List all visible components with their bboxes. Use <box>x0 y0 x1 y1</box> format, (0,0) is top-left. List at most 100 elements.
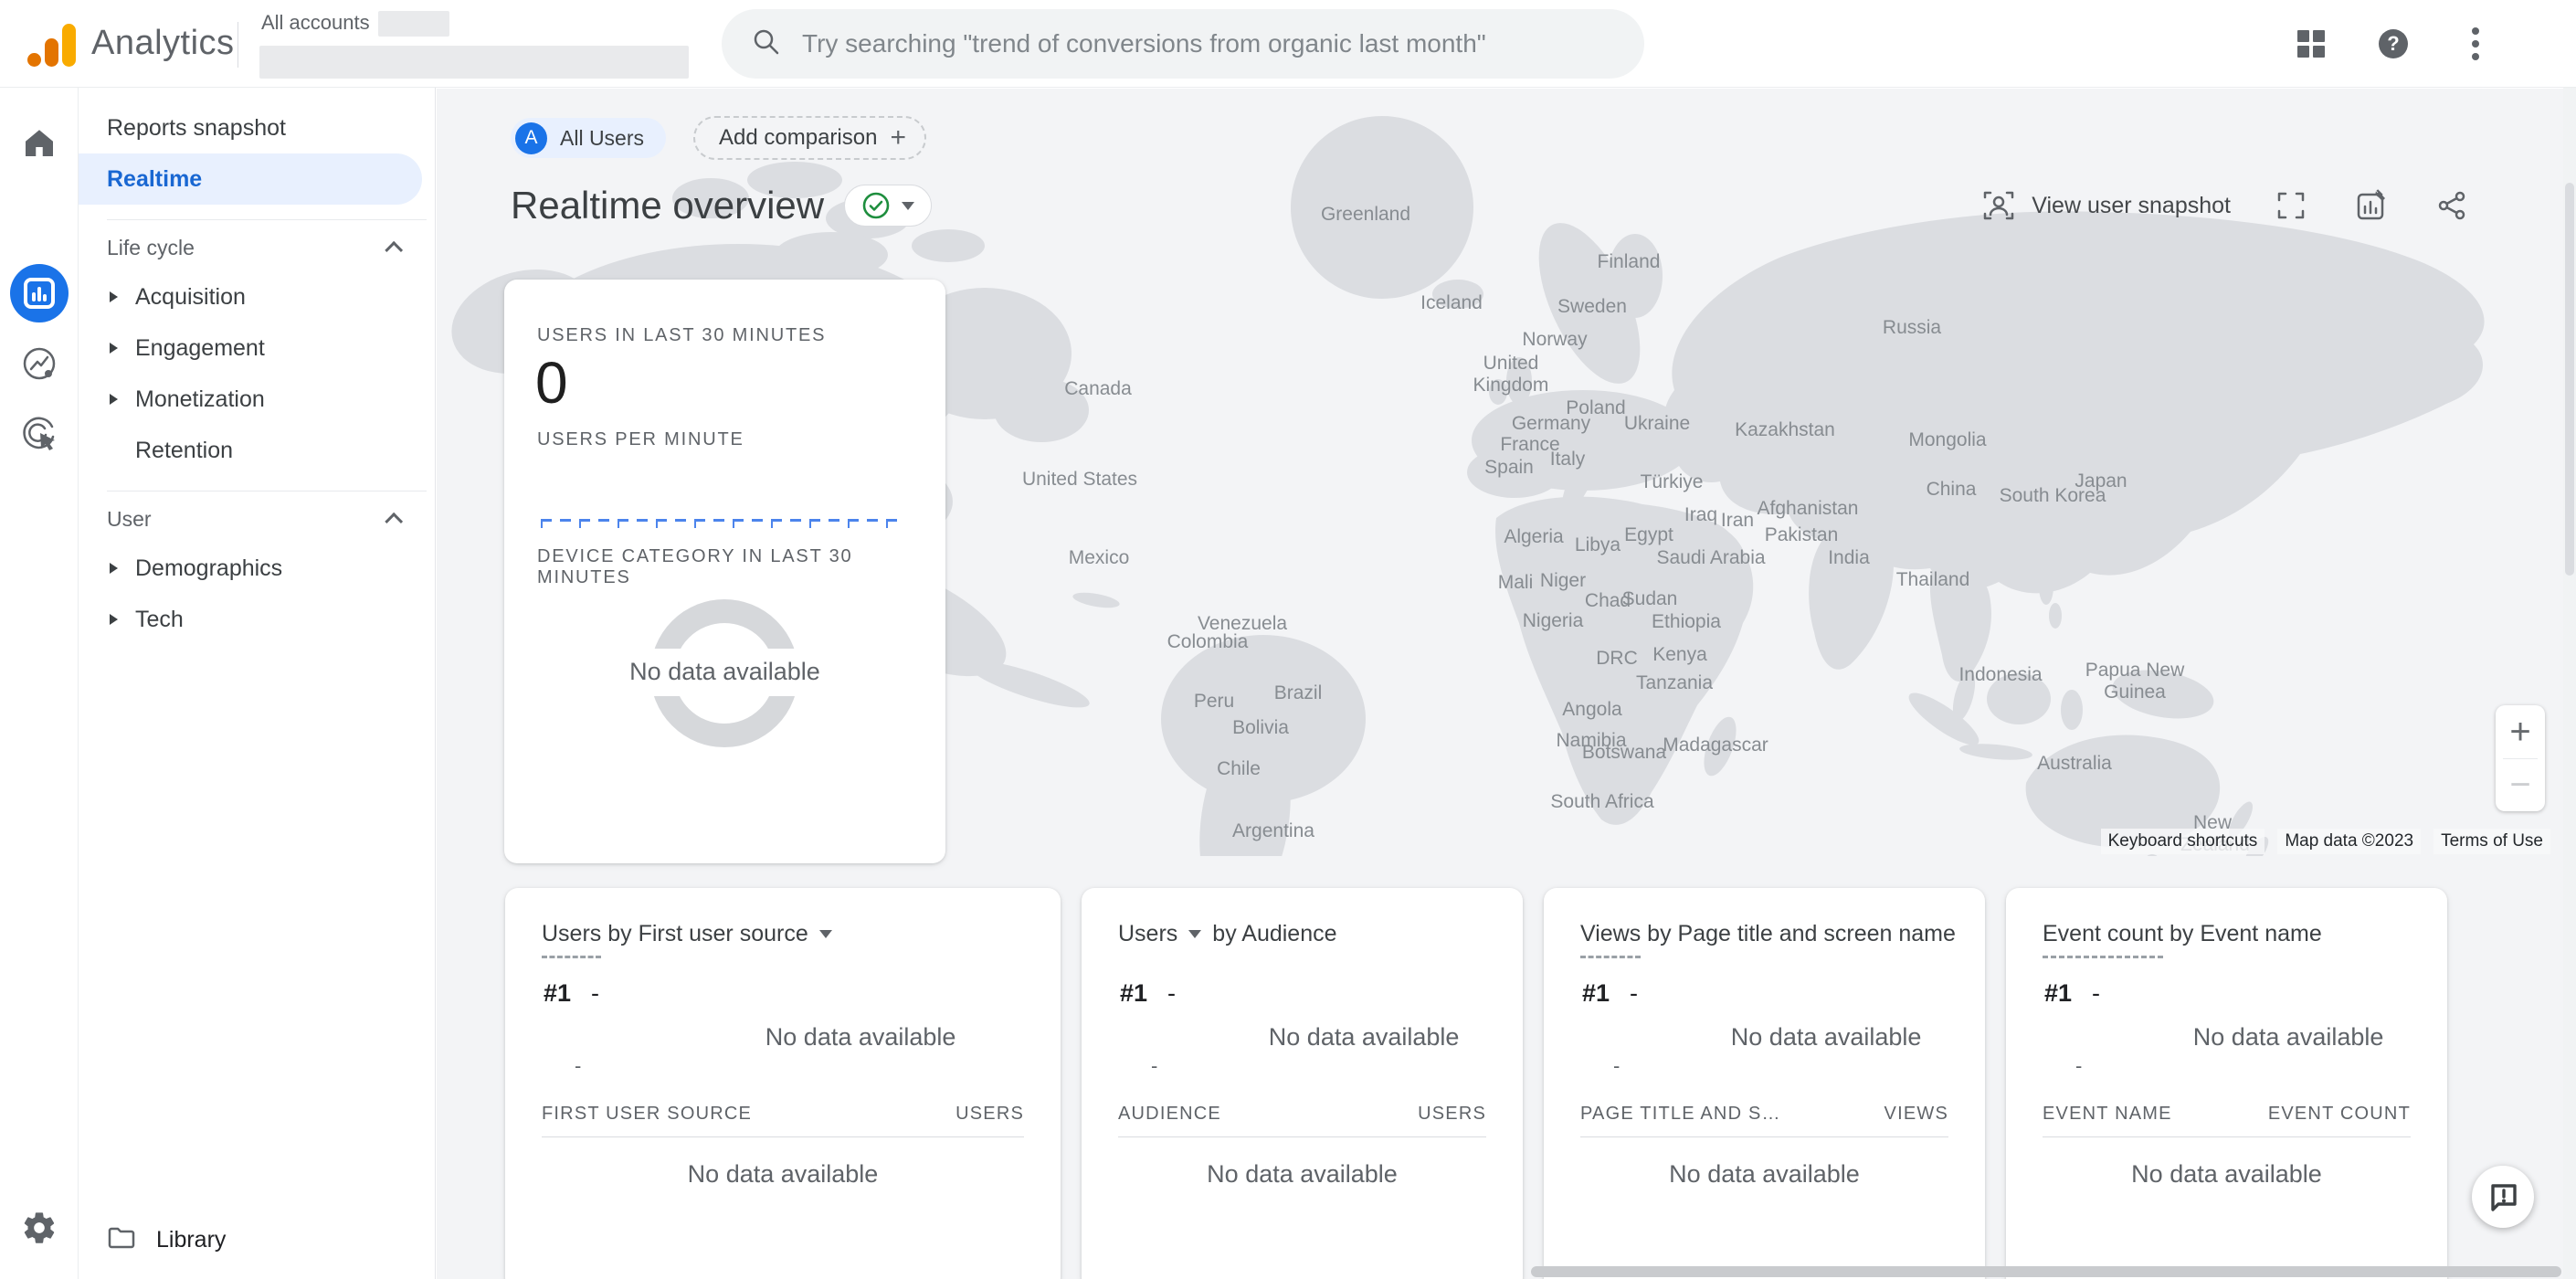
sidebar-item-reports-snapshot[interactable]: Reports snapshot <box>79 102 436 153</box>
map-label: Sweden <box>1557 296 1627 318</box>
column-header-right: VIEWS <box>1884 1104 1948 1125</box>
map-label: Afghanistan <box>1758 498 1859 520</box>
sidebar-item-monetization[interactable]: Monetization <box>79 374 436 425</box>
column-header-left: PAGE TITLE AND S… <box>1580 1104 1781 1125</box>
map-label: Algeria <box>1504 526 1563 548</box>
product-name: Analytics <box>91 24 235 63</box>
comparison-avatar: A <box>515 122 547 154</box>
breadcrumb[interactable]: All accounts <box>261 11 394 35</box>
map-label: Angola <box>1562 699 1621 721</box>
reports-icon[interactable] <box>10 264 69 322</box>
map-label: DRC <box>1596 648 1638 670</box>
plus-icon <box>890 124 906 152</box>
collapse-section-icon <box>385 513 403 531</box>
users-30min-label: USERS IN LAST 30 MINUTES <box>537 325 826 346</box>
card-views-by-page-title: Views by Page title and screen name View… <box>1544 888 1985 1279</box>
add-comparison-button[interactable]: Add comparison <box>693 116 926 160</box>
explore-icon[interactable] <box>0 344 79 383</box>
map-label: Mali <box>1498 572 1534 594</box>
sidebar-item-tech[interactable]: Tech <box>79 594 436 645</box>
dimension-dropdown-icon[interactable] <box>819 930 832 938</box>
map-label: Sudan <box>1622 588 1678 610</box>
map-label: Mexico <box>1069 547 1130 569</box>
map-label: Botswana <box>1582 742 1666 764</box>
feedback-button[interactable] <box>2472 1166 2534 1228</box>
breadcrumb-label: All accounts <box>261 11 370 35</box>
vertical-scrollbar[interactable] <box>2563 88 2576 1279</box>
kebab-menu-icon[interactable] <box>2455 24 2496 64</box>
search-icon <box>751 26 782 62</box>
map-label: Spain <box>1484 457 1534 479</box>
property-name-redacted <box>259 46 689 79</box>
nav-rail <box>0 88 79 1279</box>
feedback-bubble-icon <box>2486 1179 2520 1214</box>
column-header-left: AUDIENCE <box>1118 1104 1221 1125</box>
sidebar-item-acquisition[interactable]: Acquisition <box>79 271 436 322</box>
fullscreen-icon[interactable] <box>2271 185 2311 226</box>
sidebar-item-retention[interactable]: Retention <box>79 425 436 476</box>
map-label: India <box>1828 547 1870 569</box>
advertising-icon[interactable] <box>0 413 79 451</box>
map-label: Saudi Arabia <box>1656 547 1765 569</box>
map-zoom-out-button[interactable]: − <box>2496 758 2545 811</box>
map-label: Iraq <box>1684 504 1717 526</box>
customize-report-icon[interactable] <box>2351 185 2391 226</box>
vertical-scrollbar-thumb[interactable] <box>2565 183 2574 576</box>
sidebar-item-demographics[interactable]: Demographics <box>79 543 436 594</box>
map-label: Türkiye <box>1641 471 1704 493</box>
metric-dropdown-icon[interactable] <box>1188 930 1201 938</box>
map-label: Pakistan <box>1765 524 1839 546</box>
home-icon[interactable] <box>0 124 79 161</box>
sidebar-section-life-cycle[interactable]: Life cycle <box>79 224 436 271</box>
app-bar: Analytics All accounts Try searching "tr… <box>0 0 2576 88</box>
expand-arrow-icon <box>110 394 118 405</box>
users-per-minute-ticks <box>541 522 899 528</box>
keyboard-shortcuts-link[interactable]: Keyboard shortcuts <box>2101 829 2265 854</box>
map-label: Germany <box>1512 413 1590 435</box>
all-users-chip[interactable]: A All Users <box>511 118 666 158</box>
card-users-by-first-user-source: Users by First user source Users #1- - N… <box>505 888 1061 1279</box>
map-label: Kenya <box>1652 644 1707 666</box>
realtime-users-card: USERS IN LAST 30 MINUTES 0 USERS PER MIN… <box>504 280 945 863</box>
map-label: Colombia <box>1167 631 1249 653</box>
map-label: Libya <box>1575 534 1621 556</box>
admin-gear-icon[interactable] <box>0 1210 79 1246</box>
collapse-section-icon <box>385 241 403 259</box>
user-snapshot-icon <box>1982 189 2015 222</box>
map-label: Argentina <box>1232 820 1314 842</box>
sidebar-section-user[interactable]: User <box>79 495 436 543</box>
sidebar-item-engagement[interactable]: Engagement <box>79 322 436 374</box>
expand-arrow-icon <box>110 343 118 354</box>
check-circle-icon <box>861 191 891 220</box>
terms-of-use-link[interactable]: Terms of Use <box>2433 829 2550 854</box>
analytics-logo-icon[interactable] <box>26 18 79 69</box>
help-icon[interactable] <box>2373 24 2413 64</box>
map-zoom-control: + − <box>2496 705 2545 811</box>
diagnostics-grid-icon[interactable] <box>2291 24 2331 64</box>
data-quality-badge[interactable] <box>844 185 932 227</box>
map-label: Norway <box>1522 329 1587 351</box>
map-label: Niger <box>1540 570 1586 592</box>
page-title: Realtime overview <box>511 184 824 227</box>
map-label: Russia <box>1883 317 1941 339</box>
sidebar-item-realtime[interactable]: Realtime <box>79 153 422 205</box>
map-label: Nigeria <box>1523 610 1584 632</box>
share-icon[interactable] <box>2432 185 2472 226</box>
map-label: China <box>1927 479 1977 501</box>
device-no-data: No data available <box>504 658 945 686</box>
all-users-label: All Users <box>560 126 644 151</box>
expand-arrow-icon <box>110 291 118 302</box>
map-zoom-in-button[interactable]: + <box>2496 705 2545 758</box>
search-input[interactable]: Try searching "trend of conversions from… <box>722 9 1644 79</box>
card-event-count-by-event-name: Event count by Event name Event count #1… <box>2006 888 2447 1279</box>
horizontal-scrollbar-thumb[interactable] <box>1531 1266 2561 1277</box>
map-label: Indonesia <box>1958 664 2042 686</box>
sidebar-item-library[interactable]: Library <box>107 1224 226 1256</box>
map-label: Peru <box>1194 691 1234 713</box>
map-label: Brazil <box>1274 682 1323 704</box>
view-user-snapshot-button[interactable]: View user snapshot <box>1982 189 2231 222</box>
column-header-left: FIRST USER SOURCE <box>542 1104 752 1125</box>
map-label: Mongolia <box>1908 429 1986 451</box>
map-label: South Africa <box>1550 791 1653 813</box>
expand-arrow-icon <box>110 563 118 574</box>
